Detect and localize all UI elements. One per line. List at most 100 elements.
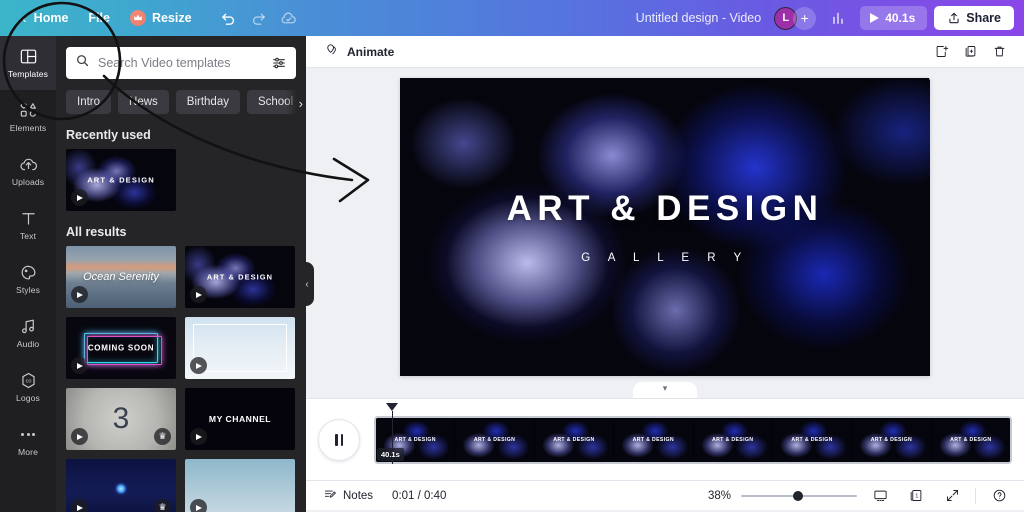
sidebar-item-logos[interactable]: co Logos <box>0 360 56 414</box>
share-button[interactable]: Share <box>934 6 1014 30</box>
template-card[interactable]: MY CHANNEL <box>185 388 295 450</box>
pause-button[interactable] <box>318 418 360 461</box>
filmstrip-frame[interactable]: ART & DESIGN <box>534 417 615 462</box>
search-icon <box>75 53 90 73</box>
sidebar-item-styles[interactable]: Styles <box>0 252 56 306</box>
play-preview-button[interactable]: 40.1s <box>860 6 928 30</box>
sidebar-label-styles: Styles <box>15 285 40 296</box>
timeline-collapse-button[interactable]: ▾ <box>633 382 697 398</box>
frame-caption: ART & DESIGN <box>791 436 833 443</box>
clip-duration-tag: 40.1s <box>377 447 404 461</box>
audio-note-icon <box>19 317 38 336</box>
search-input[interactable] <box>98 56 263 70</box>
search-box[interactable] <box>66 47 296 79</box>
sidebar-item-audio[interactable]: Audio <box>0 306 56 360</box>
play-icon[interactable] <box>71 286 88 303</box>
sidebar-item-elements[interactable]: Elements <box>0 90 56 144</box>
play-icon[interactable] <box>190 357 207 374</box>
playback-time-display: 0:01 / 0:40 <box>392 489 447 502</box>
template-card[interactable]: 3 ♛ <box>66 388 176 450</box>
top-header-bar: ‹ Home File Resize Untitled design - Vid… <box>0 0 1024 36</box>
sidebar-item-text[interactable]: Text <box>0 198 56 252</box>
template-card[interactable]: COMING SOON <box>66 317 176 379</box>
recent-template-card[interactable]: ART & DESIGN <box>66 149 176 211</box>
template-caption: Ocean Serenity <box>83 271 159 283</box>
fullscreen-icon[interactable] <box>939 483 965 509</box>
zoom-slider[interactable] <box>741 489 857 503</box>
duplicate-icon[interactable] <box>957 39 983 65</box>
text-icon <box>19 209 38 228</box>
sidebar-item-templates[interactable]: Templates <box>0 36 56 90</box>
present-screen-icon[interactable] <box>867 483 893 509</box>
template-card[interactable]: ♛ <box>66 459 176 512</box>
template-card[interactable] <box>185 317 295 379</box>
add-collaborator-button[interactable]: + <box>793 6 817 30</box>
template-caption: MY CHANNEL <box>208 414 272 424</box>
panel-collapse-button[interactable]: ‹ <box>300 262 314 306</box>
more-dots-icon <box>21 425 35 444</box>
resize-button[interactable]: Resize <box>120 5 202 31</box>
play-icon[interactable] <box>190 499 207 512</box>
redo-button[interactable] <box>244 3 274 33</box>
resize-label: Resize <box>151 11 192 25</box>
play-icon[interactable] <box>71 357 88 374</box>
file-menu-button[interactable]: File <box>78 6 120 30</box>
help-question-icon[interactable] <box>986 483 1012 509</box>
filmstrip-track[interactable]: ART & DESIGN ART & DESIGN ART & DESIGN A… <box>374 415 1012 464</box>
template-caption: ART & DESIGN <box>206 272 274 282</box>
chip-birthday[interactable]: Birthday <box>175 90 240 114</box>
sidebar-label-elements: Elements <box>9 123 47 134</box>
play-icon[interactable] <box>71 499 88 512</box>
share-label: Share <box>966 11 1001 25</box>
elements-icon <box>19 101 38 120</box>
templates-icon <box>19 47 38 66</box>
template-caption: COMING SOON <box>87 343 155 353</box>
cloud-saved-button[interactable] <box>274 3 304 33</box>
template-card[interactable]: ART & DESIGN <box>185 246 295 308</box>
template-card[interactable] <box>185 459 295 512</box>
insights-button[interactable] <box>823 4 853 32</box>
frame-caption: ART & DESIGN <box>711 436 754 443</box>
undo-button[interactable] <box>214 3 244 33</box>
category-chip-row: Intro News Birthday School Nat › <box>56 79 306 114</box>
filmstrip-frame[interactable]: ART & DESIGN <box>693 417 773 462</box>
chips-next-chevron-icon[interactable]: › <box>286 90 306 114</box>
sidebar-label-logos: Logos <box>16 393 40 404</box>
filmstrip-frame[interactable]: ART & DESIGN <box>852 417 932 462</box>
zoom-slider-knob[interactable] <box>793 490 804 501</box>
page-count-button[interactable]: 1 <box>903 483 929 509</box>
editor-toolbar: Animate <box>306 36 1024 68</box>
animate-button[interactable]: Animate <box>318 38 401 66</box>
sidebar-item-more[interactable]: More <box>0 414 56 468</box>
sidebar-item-uploads[interactable]: Uploads <box>0 144 56 198</box>
trash-icon[interactable] <box>986 39 1012 65</box>
header-right-group: Untitled design - Video L + 40.1s Share <box>636 4 1024 32</box>
chip-intro[interactable]: Intro <box>66 90 112 114</box>
canvas-title-text[interactable]: ART & DESIGN <box>400 189 930 229</box>
filmstrip-frame[interactable]: ART & DESIGN <box>772 417 853 462</box>
play-icon[interactable] <box>71 428 88 445</box>
design-canvas[interactable]: ART & DESIGN G A L L E R Y <box>400 78 930 376</box>
sidebar-label-audio: Audio <box>16 339 40 350</box>
animate-icon <box>325 42 340 62</box>
editor-toolbar-right <box>928 39 1012 65</box>
filmstrip-frame[interactable]: ART & DESIGN <box>931 417 1010 462</box>
left-tool-rail: Templates Elements Uploads Text Styles A… <box>0 36 56 512</box>
uploads-icon <box>19 155 38 174</box>
templates-panel: Intro News Birthday School Nat › Recentl… <box>56 36 306 512</box>
notes-button[interactable]: Notes <box>318 484 378 507</box>
play-icon[interactable] <box>71 189 88 206</box>
home-button[interactable]: ‹ Home <box>12 5 78 31</box>
play-icon[interactable] <box>190 428 207 445</box>
filter-sliders-icon[interactable] <box>271 55 287 71</box>
animate-label: Animate <box>347 44 395 59</box>
sidebar-label-text: Text <box>19 231 37 242</box>
chip-news[interactable]: News <box>118 90 169 114</box>
position-icon[interactable] <box>928 39 954 65</box>
filmstrip-frame[interactable]: ART & DESIGN <box>455 417 535 462</box>
play-icon[interactable] <box>190 286 207 303</box>
canvas-subtitle-text[interactable]: G A L L E R Y <box>400 252 930 264</box>
playhead-marker[interactable] <box>386 402 398 411</box>
filmstrip-frame[interactable]: ART & DESIGN <box>614 417 694 462</box>
template-card[interactable]: Ocean Serenity <box>66 246 176 308</box>
